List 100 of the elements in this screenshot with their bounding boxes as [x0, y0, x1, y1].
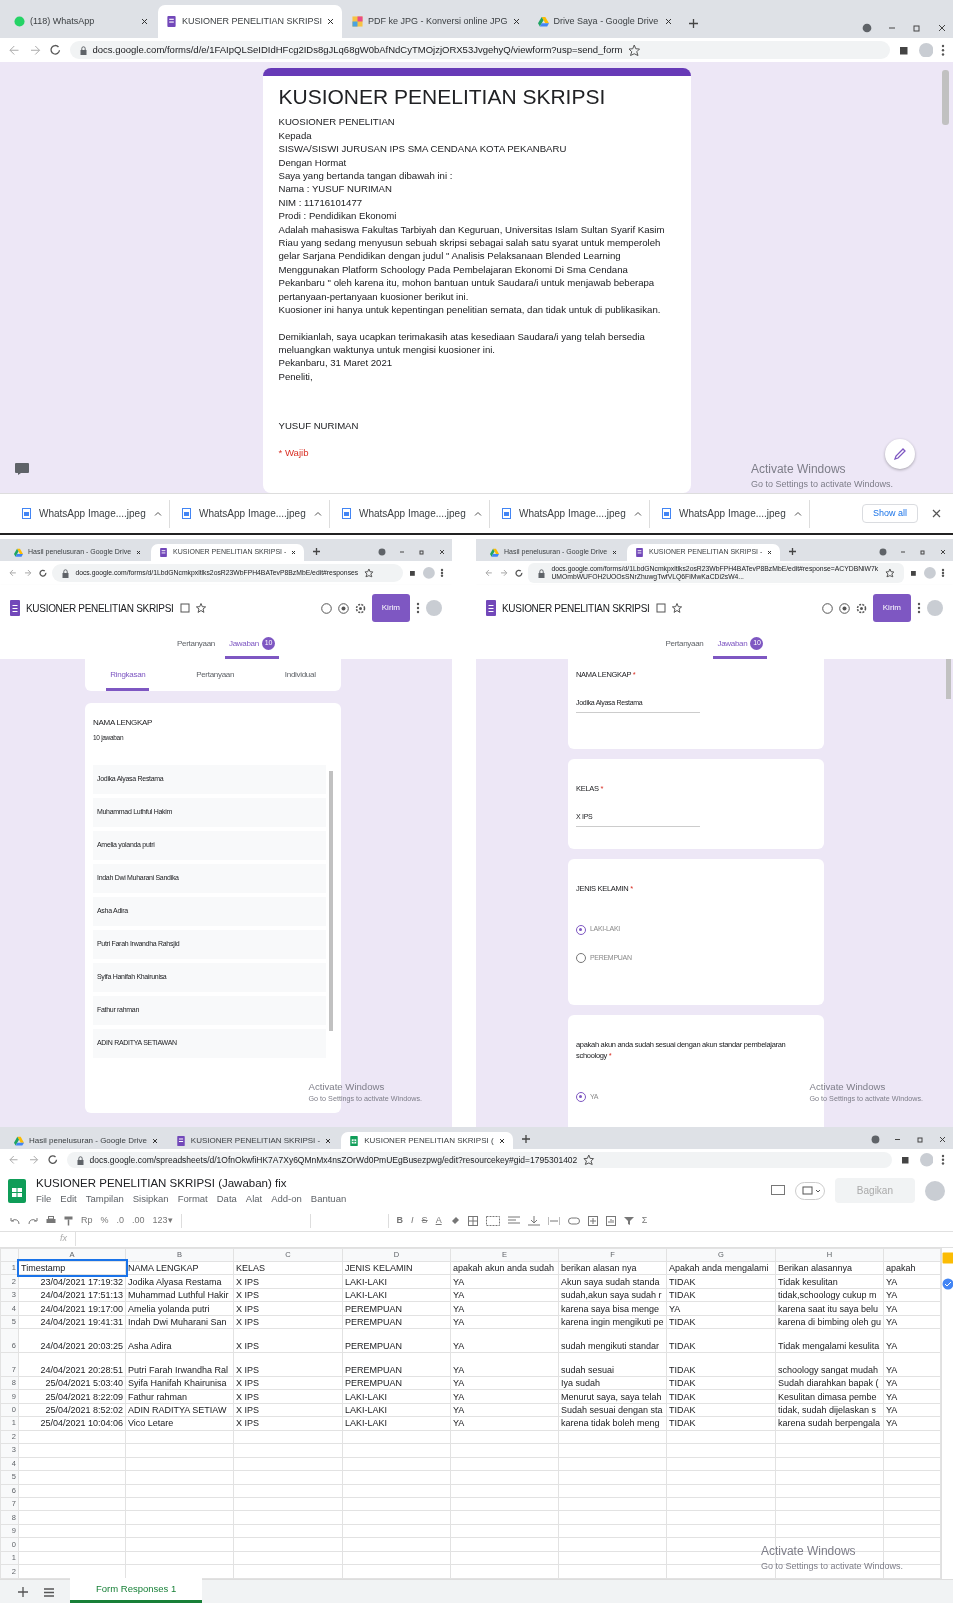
browser-tab[interactable]: (118) WhatsApp	[6, 5, 156, 38]
close-icon[interactable]	[498, 1137, 505, 1144]
reload-icon[interactable]	[513, 568, 524, 578]
close-icon[interactable]	[291, 550, 297, 555]
close-icon[interactable]	[438, 548, 446, 556]
menu-item[interactable]: Data	[216, 1192, 237, 1207]
more-icon[interactable]	[440, 568, 444, 578]
scrollbar-thumb[interactable]	[942, 70, 949, 125]
download-item[interactable]: WhatsApp Image....jpeg	[490, 499, 650, 528]
format-button[interactable]: 123▾	[152, 1213, 173, 1228]
close-icon[interactable]	[932, 509, 941, 518]
star-icon[interactable]	[628, 43, 641, 57]
browser-tab[interactable]: KUSIONER PENELITIAN SKRIPSI (	[341, 1132, 513, 1149]
restore-icon[interactable]	[919, 548, 927, 556]
close-icon[interactable]	[141, 18, 148, 25]
chevron-up-icon[interactable]	[313, 511, 322, 516]
format-button[interactable]: %	[100, 1213, 109, 1228]
reload-icon[interactable]	[49, 43, 62, 57]
star-icon[interactable]	[671, 603, 682, 613]
comment-icon[interactable]	[770, 1184, 785, 1197]
new-tab-icon[interactable]	[687, 17, 699, 29]
settings-icon[interactable]	[855, 602, 867, 614]
close-icon[interactable]	[512, 18, 520, 25]
close-icon[interactable]	[937, 23, 947, 33]
summary-tab[interactable]: Pertanyaan	[192, 659, 239, 691]
sheet-tab[interactable]: Form Responses 1	[70, 1577, 203, 1603]
folder-icon[interactable]	[655, 603, 666, 613]
functions-button[interactable]: Σ	[641, 1213, 648, 1228]
borders-icon[interactable]	[467, 1215, 478, 1226]
chevron-up-icon[interactable]	[793, 511, 802, 516]
menu-item[interactable]: Alat	[245, 1192, 263, 1207]
edit-button[interactable]	[885, 439, 915, 469]
valign-icon[interactable]	[527, 1215, 540, 1226]
chevron-up-icon[interactable]	[473, 511, 482, 516]
summary-tab[interactable]: Individual	[280, 659, 320, 691]
sheet-list-icon[interactable]	[44, 1588, 54, 1597]
new-tab-icon[interactable]	[788, 546, 798, 556]
more-icon[interactable]	[917, 602, 921, 614]
redo-icon[interactable]	[28, 1216, 38, 1225]
star-icon[interactable]	[583, 1154, 595, 1166]
format-button[interactable]: Rp	[81, 1213, 93, 1228]
close-icon[interactable]	[767, 550, 773, 555]
merge-icon[interactable]	[485, 1215, 500, 1226]
address-bar[interactable]: docs.google.com/spreadsheets/d/1OfnOkwfiHK7A7Xy6QMnMx4nsZOrWd0PmUEgBusezpwg/edit?resourcekey#gid=1795301402	[66, 1152, 892, 1168]
address-bar[interactable]: docs.google.com/forms/d/e/1FAIpQLSeIDIdHFcg2IDs8gJLq68gW0bAfNdCyTMOjzjORX53JvgehyQ/viewform?usp=send_form	[69, 41, 890, 59]
add-sheet-icon[interactable]	[18, 1587, 28, 1597]
profile-icon[interactable]	[870, 1135, 880, 1144]
menu-item[interactable]: Sisipkan	[132, 1192, 169, 1207]
close-icon[interactable]	[325, 1137, 332, 1144]
more-icon[interactable]	[416, 602, 420, 614]
eye-icon[interactable]	[337, 602, 349, 614]
menu-item[interactable]: Bantuan	[310, 1192, 347, 1207]
settings-icon[interactable]	[354, 602, 366, 614]
browser-tab[interactable]: PDF ke JPG - Konversi online JPG	[344, 5, 528, 38]
close-icon[interactable]	[664, 18, 672, 25]
new-tab-icon[interactable]	[520, 1133, 531, 1144]
profile-icon[interactable]	[862, 23, 872, 33]
download-item[interactable]: WhatsApp Image....jpeg	[10, 499, 170, 528]
eye-icon[interactable]	[838, 602, 850, 614]
chart-icon[interactable]	[605, 1215, 616, 1226]
close-icon[interactable]	[612, 550, 618, 555]
reload-icon[interactable]	[47, 1154, 59, 1166]
close-icon[interactable]	[151, 1137, 158, 1144]
browser-tab[interactable]: KUSIONER PENELITIAN SKRIPSI	[158, 5, 343, 38]
text-format-button[interactable]: S	[421, 1213, 428, 1228]
comment-icon[interactable]	[587, 1215, 598, 1226]
download-item[interactable]: WhatsApp Image....jpeg	[330, 499, 490, 528]
summary-tab[interactable]: Ringkasan	[106, 659, 150, 691]
restore-icon[interactable]	[418, 548, 426, 556]
scrollbar-thumb[interactable]	[946, 659, 951, 699]
format-button[interactable]: .00	[132, 1213, 145, 1228]
restore-icon[interactable]	[915, 1135, 925, 1144]
feedback-icon[interactable]	[15, 463, 29, 475]
profile-icon[interactable]	[378, 548, 386, 556]
menu-item[interactable]: File	[36, 1192, 52, 1207]
close-icon[interactable]	[327, 18, 335, 25]
view-tab[interactable]: Pertanyaan	[661, 631, 708, 659]
close-icon[interactable]	[136, 550, 142, 555]
star-icon[interactable]	[195, 603, 206, 613]
close-icon[interactable]	[939, 548, 947, 556]
paint-format-icon[interactable]	[64, 1215, 73, 1226]
browser-tab[interactable]: KUSIONER PENELITIAN SKRIPSI -	[167, 1132, 340, 1149]
chevron-up-icon[interactable]	[153, 511, 162, 516]
scrollbar-thumb[interactable]	[329, 770, 333, 1031]
menu-item[interactable]: Add-on	[271, 1192, 302, 1207]
browser-tab[interactable]: Drive Saya - Google Drive	[529, 5, 680, 38]
undo-icon[interactable]	[10, 1216, 20, 1225]
download-item[interactable]: WhatsApp Image....jpeg	[170, 499, 330, 528]
more-icon[interactable]	[941, 43, 945, 57]
menu-item[interactable]: Format	[177, 1192, 208, 1207]
close-icon[interactable]	[938, 1135, 947, 1144]
text-format-button[interactable]: B	[396, 1213, 404, 1228]
send-button[interactable]: Kirim	[872, 594, 911, 622]
format-button[interactable]: .0	[116, 1213, 125, 1228]
menu-item[interactable]: Tampilan	[85, 1192, 124, 1207]
view-tab[interactable]: Pertanyaan	[173, 631, 219, 659]
new-tab-icon[interactable]	[312, 546, 322, 556]
send-button[interactable]: Kirim	[371, 594, 410, 622]
star-icon[interactable]	[884, 568, 895, 578]
folder-icon[interactable]	[179, 603, 190, 613]
